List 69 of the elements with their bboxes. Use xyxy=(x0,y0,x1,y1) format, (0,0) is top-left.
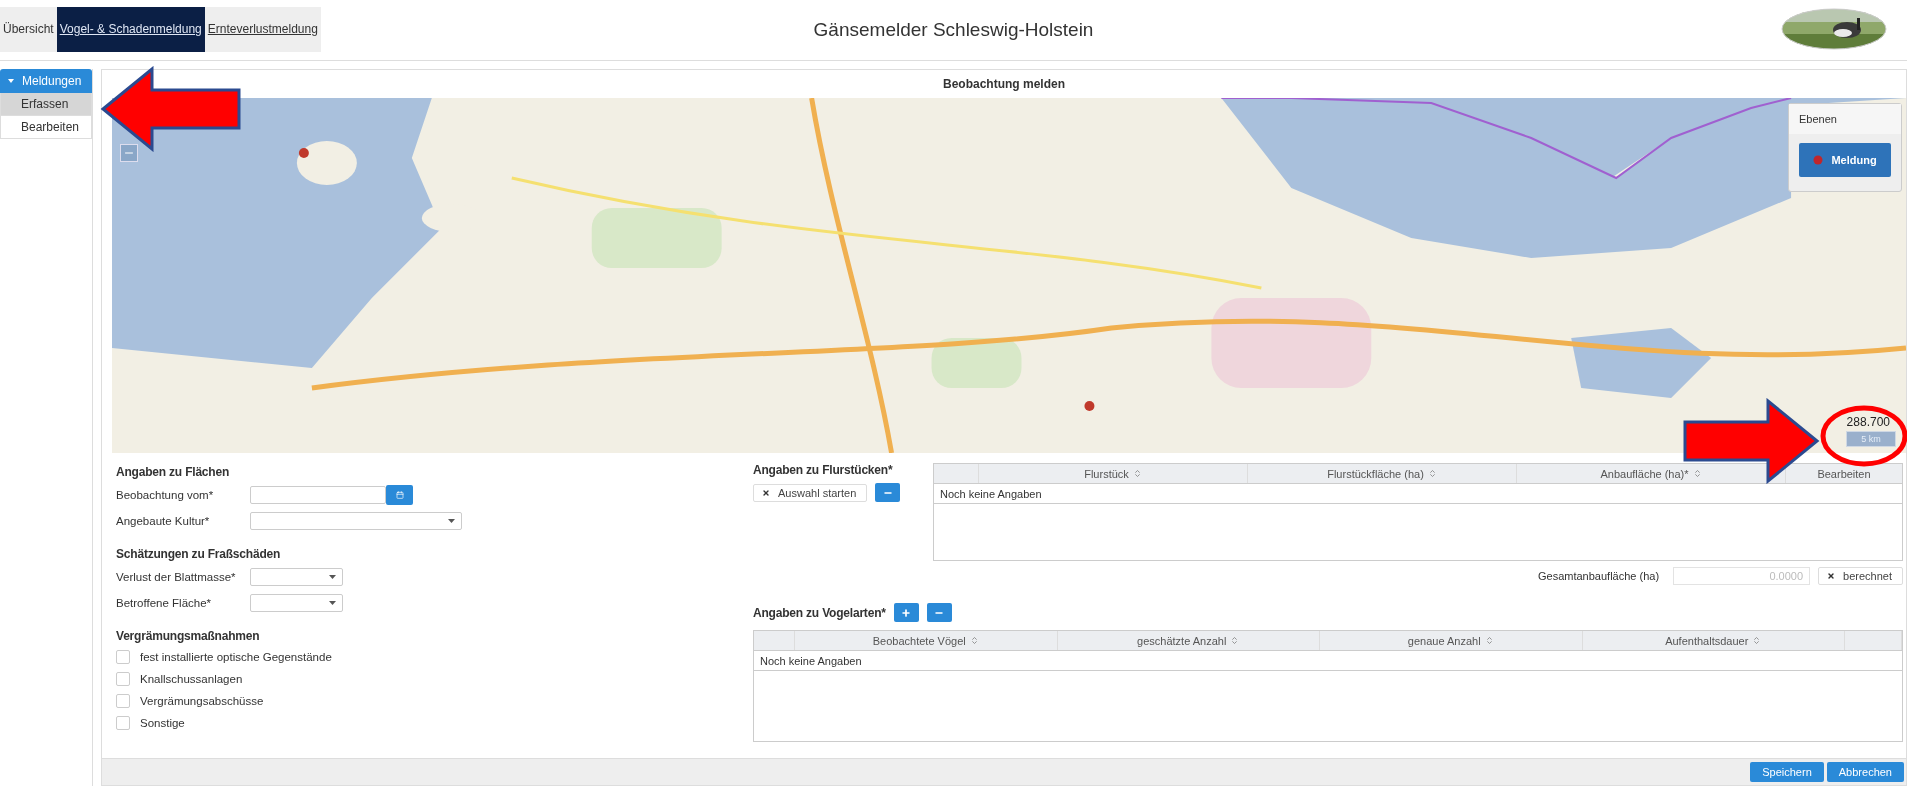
sidebar-item[interactable]: Bearbeiten xyxy=(0,116,92,139)
footer-button[interactable]: Speichern xyxy=(1750,762,1824,782)
footer-button[interactable]: Abbrechen xyxy=(1826,762,1904,782)
caret-icon xyxy=(329,575,336,579)
remove-button[interactable] xyxy=(926,603,952,622)
scale-bar: 5 km xyxy=(1846,431,1896,447)
select-start-button[interactable]: Auswahl starten xyxy=(753,483,868,502)
select-field[interactable] xyxy=(250,594,343,612)
field-label: Betroffene Fläche* xyxy=(116,597,213,609)
select-field[interactable] xyxy=(250,512,462,530)
section-title: Angaben zu Flurstücken* xyxy=(753,463,894,477)
remove-button[interactable] xyxy=(875,483,901,502)
panel-title: Beobachtung melden xyxy=(943,77,1065,91)
section-title: Angaben zu Vogelarten* xyxy=(753,605,886,620)
add-button[interactable] xyxy=(893,603,919,622)
section-title: Vergrämungsmaßnahmen xyxy=(116,629,261,643)
caret-icon xyxy=(329,601,336,605)
close-icon xyxy=(1827,572,1836,580)
field-label: Gesamtanbaufläche (ha) xyxy=(1538,570,1660,582)
sort-icon[interactable] xyxy=(1427,469,1437,478)
sort-icon[interactable] xyxy=(1752,636,1762,645)
layer-button[interactable]: Meldung xyxy=(1799,143,1891,177)
column-header[interactable]: Flurstückfläche (ha) xyxy=(1327,467,1424,480)
checkbox[interactable] xyxy=(116,672,130,686)
calculated-button[interactable]: berechnet xyxy=(1818,567,1903,585)
date-field[interactable] xyxy=(250,486,386,504)
column-header[interactable]: Beobachtete Vögel xyxy=(872,634,966,647)
calendar-icon xyxy=(395,491,404,499)
zoom-out-button[interactable] xyxy=(120,144,138,162)
sort-icon[interactable] xyxy=(1132,469,1142,478)
checkbox[interactable] xyxy=(116,694,130,708)
column-header[interactable]: Bearbeiten xyxy=(1817,467,1871,480)
checkbox-label: Vergrämungsabschüsse xyxy=(140,695,264,707)
empty-message: Noch keine Angaben xyxy=(760,654,862,667)
app-title: Gänsemelder Schleswig-Holstein xyxy=(813,19,1094,40)
sort-icon[interactable] xyxy=(1230,636,1240,645)
calendar-button[interactable] xyxy=(386,485,413,505)
column-header[interactable]: genaue Anzahl xyxy=(1407,634,1481,647)
sort-icon[interactable] xyxy=(1692,469,1702,478)
nav-tab[interactable]: Ernteverlustmeldung xyxy=(204,6,321,52)
column-header[interactable]: geschätzte Anzahl xyxy=(1137,634,1227,647)
marker-dot-icon xyxy=(1813,155,1824,165)
checkbox-label: fest installierte optische Gegenstände xyxy=(140,651,332,663)
caret-icon xyxy=(448,519,455,523)
column-header[interactable]: Anbaufläche (ha)* xyxy=(1600,467,1689,480)
sort-icon[interactable] xyxy=(969,636,979,645)
field-label: Angebaute Kultur* xyxy=(116,515,211,527)
plus-icon xyxy=(901,607,912,618)
section-title: Angaben zu Flächen xyxy=(116,465,231,479)
section-title: Schätzungen zu Fraßschäden xyxy=(116,547,282,561)
nav-tab[interactable]: Vogel- & Schadenmeldung xyxy=(56,6,205,52)
close-icon xyxy=(762,488,770,497)
checkbox[interactable] xyxy=(116,650,130,664)
field-label: Beobachtung vom* xyxy=(116,489,215,501)
select-field[interactable] xyxy=(250,568,343,586)
empty-message: Noch keine Angaben xyxy=(940,487,1042,500)
column-header[interactable]: Flurstück xyxy=(1084,467,1129,480)
column-header[interactable]: Aufenthaltsdauer xyxy=(1665,634,1749,647)
checkbox-label: Sonstige xyxy=(140,717,185,729)
scale-ratio: 288.700 xyxy=(1846,415,1890,429)
checkbox-label: Knallschussanlagen xyxy=(140,673,243,685)
sidebar-item[interactable]: Erfassen xyxy=(0,93,92,116)
menu-group[interactable]: Meldungen xyxy=(0,69,92,93)
layers-title: Ebenen xyxy=(1799,113,1837,125)
field-label: Verlust der Blattmasse* xyxy=(116,571,237,583)
sort-icon[interactable] xyxy=(1484,636,1494,645)
total-field: 0.0000 xyxy=(1673,567,1811,585)
checkbox[interactable] xyxy=(116,716,130,730)
nav-tab[interactable]: Übersicht xyxy=(0,6,57,52)
